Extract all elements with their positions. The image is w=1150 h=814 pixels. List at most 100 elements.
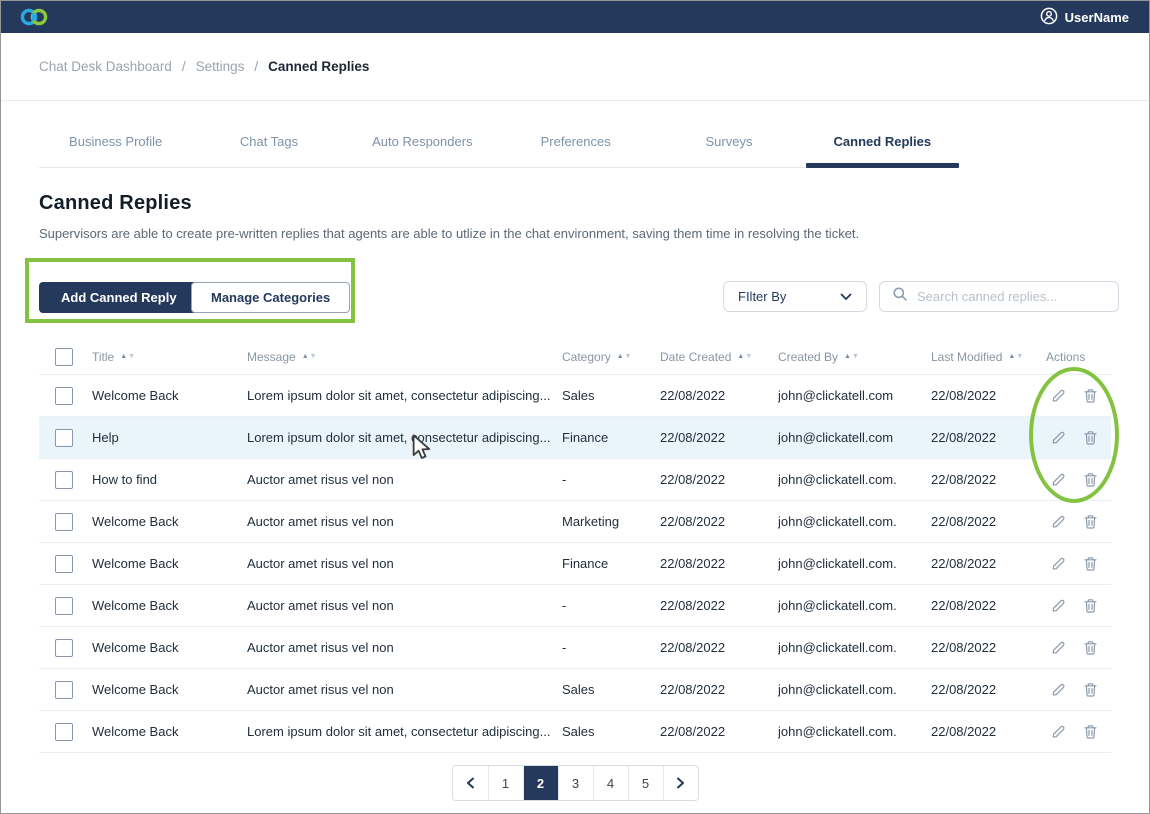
row-checkbox[interactable] bbox=[55, 513, 73, 531]
tab[interactable]: Auto Responders bbox=[346, 115, 499, 167]
filter-by-dropdown[interactable]: FIlter By bbox=[723, 281, 867, 312]
table-row[interactable]: Welcome Back Auctor amet risus vel non F… bbox=[39, 543, 1111, 585]
edit-pencil-icon[interactable] bbox=[1050, 556, 1066, 572]
sort-icons[interactable]: ▲▼ bbox=[1008, 353, 1024, 360]
table-header: Title ▲▼ Message ▲▼ Category ▲▼ Date Cre… bbox=[39, 339, 1111, 375]
cell-title: Welcome Back bbox=[92, 556, 247, 571]
user-menu[interactable]: UserName bbox=[1040, 7, 1129, 28]
sort-icons[interactable]: ▲▼ bbox=[737, 353, 753, 360]
column-header[interactable]: Last Modified ▲▼ bbox=[931, 350, 1046, 364]
cell-date-created: 22/08/2022 bbox=[660, 430, 778, 445]
cell-last-modified: 22/08/2022 bbox=[931, 472, 1046, 487]
delete-trash-icon[interactable] bbox=[1083, 598, 1098, 614]
table-row[interactable]: How to find Auctor amet risus vel non - … bbox=[39, 459, 1111, 501]
table-row[interactable]: Welcome Back Auctor amet risus vel non -… bbox=[39, 585, 1111, 627]
delete-trash-icon[interactable] bbox=[1083, 472, 1098, 488]
cell-last-modified: 22/08/2022 bbox=[931, 430, 1046, 445]
column-header[interactable]: Message ▲▼ bbox=[247, 350, 562, 364]
column-header[interactable]: Actions ▲▼ bbox=[1046, 350, 1113, 364]
cell-message: Auctor amet risus vel non bbox=[247, 472, 562, 487]
row-checkbox[interactable] bbox=[55, 387, 73, 405]
table-row[interactable]: Welcome Back Auctor amet risus vel non S… bbox=[39, 669, 1111, 711]
sort-asc-icon[interactable]: ▲ bbox=[617, 353, 625, 360]
page-number-button[interactable]: 4 bbox=[593, 766, 628, 800]
breadcrumb-item[interactable]: Canned Replies / bbox=[268, 59, 369, 74]
cell-title: Welcome Back bbox=[92, 514, 247, 529]
edit-pencil-icon[interactable] bbox=[1050, 388, 1066, 404]
table-row[interactable]: Welcome Back Lorem ipsum dolor sit amet,… bbox=[39, 375, 1111, 417]
delete-trash-icon[interactable] bbox=[1083, 388, 1098, 404]
delete-trash-icon[interactable] bbox=[1083, 430, 1098, 446]
column-header[interactable]: Category ▲▼ bbox=[562, 350, 660, 364]
column-header[interactable]: Title ▲▼ bbox=[92, 350, 247, 364]
cell-last-modified: 22/08/2022 bbox=[931, 682, 1046, 697]
table-row[interactable]: Welcome Back Auctor amet risus vel non -… bbox=[39, 627, 1111, 669]
table-row[interactable]: Help Lorem ipsum dolor sit amet, consect… bbox=[39, 417, 1111, 459]
row-checkbox[interactable] bbox=[55, 555, 73, 573]
top-bar: UserName bbox=[1, 1, 1149, 33]
tab[interactable]: Canned Replies bbox=[806, 115, 959, 167]
sort-icons[interactable]: ▲▼ bbox=[844, 353, 860, 360]
edit-pencil-icon[interactable] bbox=[1050, 640, 1066, 656]
sort-asc-icon[interactable]: ▲ bbox=[120, 353, 128, 360]
next-page-button[interactable] bbox=[663, 766, 698, 800]
sort-desc-icon[interactable]: ▼ bbox=[310, 353, 318, 360]
page-number-button[interactable]: 5 bbox=[628, 766, 663, 800]
row-checkbox[interactable] bbox=[55, 639, 73, 657]
row-checkbox[interactable] bbox=[55, 429, 73, 447]
cell-created-by: john@clickatell.com. bbox=[778, 472, 931, 487]
column-header[interactable]: Created By ▲▼ bbox=[778, 350, 931, 364]
sort-asc-icon[interactable]: ▲ bbox=[1008, 353, 1016, 360]
cell-title: Help bbox=[92, 430, 247, 445]
edit-pencil-icon[interactable] bbox=[1050, 514, 1066, 530]
delete-trash-icon[interactable] bbox=[1083, 640, 1098, 656]
breadcrumb-item[interactable]: Chat Desk Dashboard / bbox=[39, 59, 196, 74]
row-checkbox[interactable] bbox=[55, 681, 73, 699]
column-header[interactable]: Date Created ▲▼ bbox=[660, 350, 778, 364]
edit-pencil-icon[interactable] bbox=[1050, 472, 1066, 488]
row-checkbox[interactable] bbox=[55, 471, 73, 489]
cell-created-by: john@clickatell.com. bbox=[778, 514, 931, 529]
search-input[interactable] bbox=[917, 289, 1106, 304]
delete-trash-icon[interactable] bbox=[1083, 724, 1098, 740]
cell-last-modified: 22/08/2022 bbox=[931, 514, 1046, 529]
tab[interactable]: Surveys bbox=[652, 115, 805, 167]
sort-icons[interactable]: ▲▼ bbox=[120, 353, 136, 360]
sort-asc-icon[interactable]: ▲ bbox=[302, 353, 310, 360]
select-all-checkbox[interactable] bbox=[55, 348, 73, 366]
edit-pencil-icon[interactable] bbox=[1050, 724, 1066, 740]
page-number-button[interactable]: 1 bbox=[488, 766, 523, 800]
add-canned-reply-button[interactable]: Add Canned Reply bbox=[39, 282, 199, 313]
page-number-button[interactable]: 3 bbox=[558, 766, 593, 800]
delete-trash-icon[interactable] bbox=[1083, 556, 1098, 572]
sort-icons[interactable]: ▲▼ bbox=[617, 353, 633, 360]
sort-asc-icon[interactable]: ▲ bbox=[844, 353, 852, 360]
page-number-button[interactable]: 2 bbox=[523, 766, 558, 800]
edit-pencil-icon[interactable] bbox=[1050, 430, 1066, 446]
delete-trash-icon[interactable] bbox=[1083, 682, 1098, 698]
cell-category: Finance bbox=[562, 430, 660, 445]
sort-asc-icon[interactable]: ▲ bbox=[737, 353, 745, 360]
cell-last-modified: 22/08/2022 bbox=[931, 388, 1046, 403]
tab[interactable]: Chat Tags bbox=[192, 115, 345, 167]
breadcrumb-item[interactable]: Settings / bbox=[196, 59, 269, 74]
cell-category: Finance bbox=[562, 556, 660, 571]
table-row[interactable]: Welcome Back Auctor amet risus vel non M… bbox=[39, 501, 1111, 543]
manage-categories-button[interactable]: Manage Categories bbox=[191, 282, 350, 313]
clickatell-logo-icon[interactable] bbox=[19, 6, 49, 28]
sort-desc-icon[interactable]: ▼ bbox=[745, 353, 753, 360]
sort-desc-icon[interactable]: ▼ bbox=[852, 353, 860, 360]
table-row[interactable]: Welcome Back Lorem ipsum dolor sit amet,… bbox=[39, 711, 1111, 753]
sort-desc-icon[interactable]: ▼ bbox=[625, 353, 633, 360]
sort-icons[interactable]: ▲▼ bbox=[302, 353, 318, 360]
sort-desc-icon[interactable]: ▼ bbox=[1016, 353, 1024, 360]
prev-page-button[interactable] bbox=[453, 766, 488, 800]
edit-pencil-icon[interactable] bbox=[1050, 598, 1066, 614]
edit-pencil-icon[interactable] bbox=[1050, 682, 1066, 698]
delete-trash-icon[interactable] bbox=[1083, 514, 1098, 530]
sort-desc-icon[interactable]: ▼ bbox=[128, 353, 136, 360]
row-checkbox[interactable] bbox=[55, 597, 73, 615]
tab[interactable]: Business Profile bbox=[39, 115, 192, 167]
tab[interactable]: Preferences bbox=[499, 115, 652, 167]
row-checkbox[interactable] bbox=[55, 723, 73, 741]
